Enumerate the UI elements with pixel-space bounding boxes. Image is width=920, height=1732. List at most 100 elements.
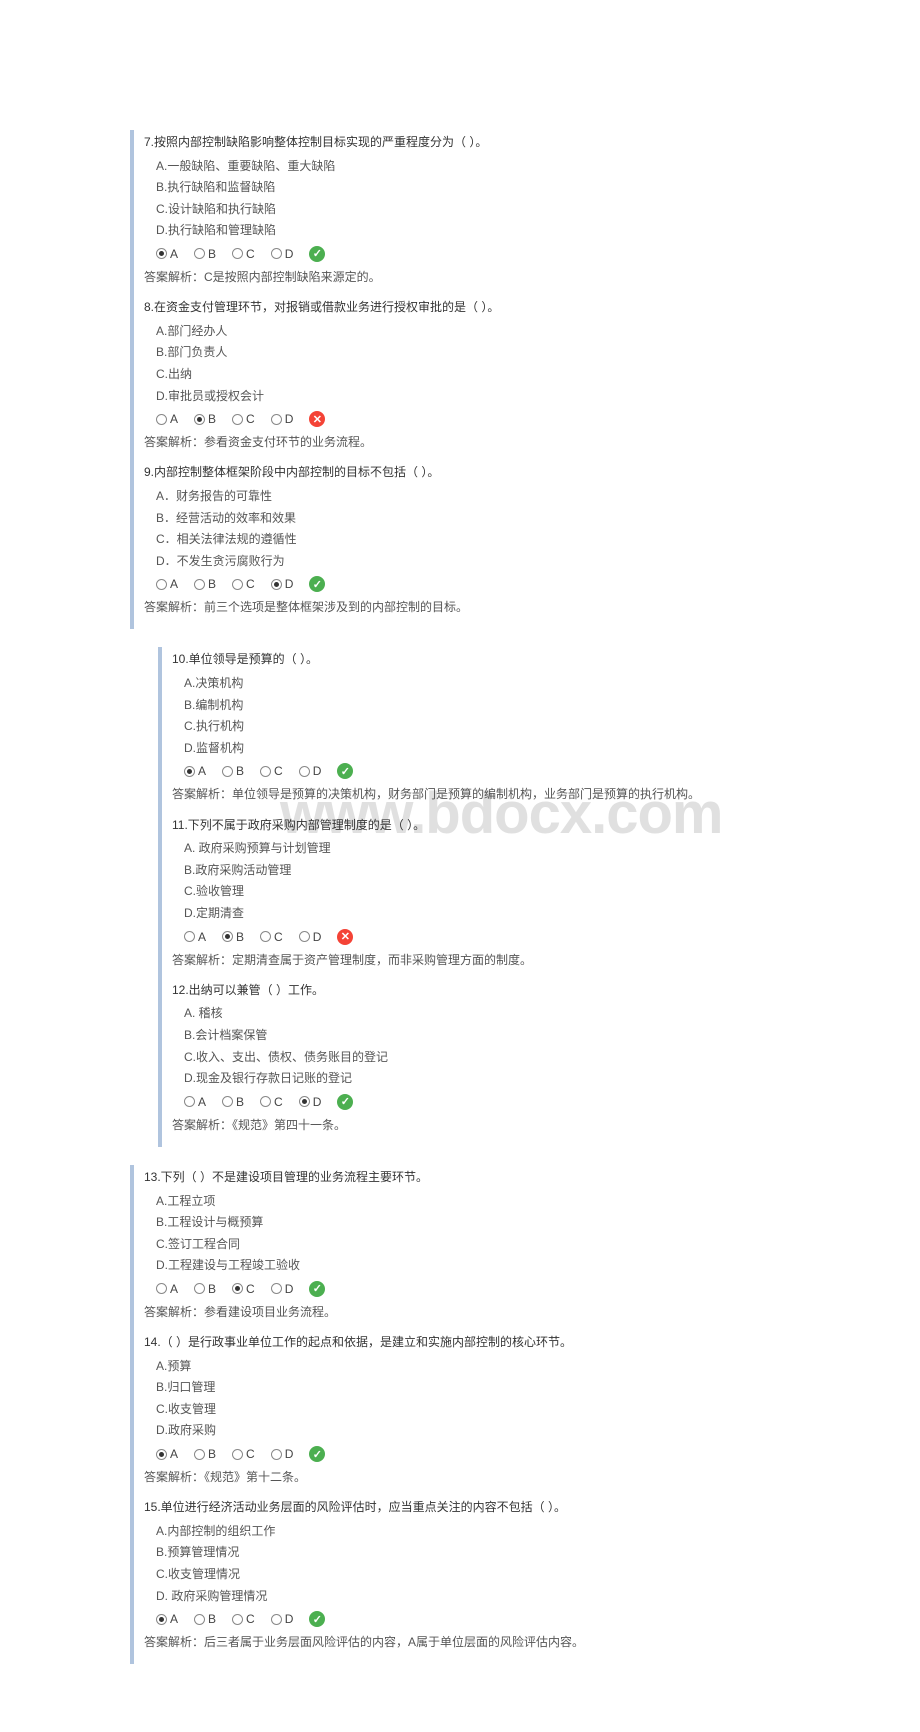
radio-icon <box>194 1614 205 1625</box>
radio-option-C[interactable]: C <box>232 1447 255 1461</box>
radio-option-A[interactable]: A <box>156 1447 178 1461</box>
question-text: 13.下列（ ）不是建设项目管理的业务流程主要环节。 <box>144 1167 790 1189</box>
question-text: 12.出纳可以兼管（ ）工作。 <box>172 980 790 1002</box>
radio-option-B[interactable]: B <box>222 764 244 778</box>
option-text: B.归口管理 <box>144 1377 790 1399</box>
radio-icon <box>222 766 233 777</box>
radio-icon <box>156 1449 167 1460</box>
radio-option-D[interactable]: D <box>271 1282 294 1296</box>
radio-icon <box>194 1283 205 1294</box>
radio-option-D[interactable]: D <box>271 247 294 261</box>
option-text: B．经营活动的效率和效果 <box>144 508 790 530</box>
radio-icon <box>232 1614 243 1625</box>
radio-icon <box>299 931 310 942</box>
option-text: D.现金及银行存款日记账的登记 <box>172 1068 790 1090</box>
option-text: D．不发生贪污腐败行为 <box>144 551 790 573</box>
question-7: 7.按照内部控制缺陷影响整体控制目标实现的严重程度分为（ ）。A.一般缺陷、重要… <box>144 132 790 289</box>
radio-icon <box>271 1614 282 1625</box>
option-text: A.部门经办人 <box>144 321 790 343</box>
radio-option-B[interactable]: B <box>194 577 216 591</box>
radio-label: D <box>313 1095 322 1109</box>
radio-label: B <box>208 1447 216 1461</box>
radio-icon <box>156 248 167 259</box>
question-13: 13.下列（ ）不是建设项目管理的业务流程主要环节。A.工程立项B.工程设计与概… <box>144 1167 790 1324</box>
radio-label: A <box>170 412 178 426</box>
radio-option-C[interactable]: C <box>232 247 255 261</box>
radio-icon <box>271 414 282 425</box>
answer-row: ABCD✓ <box>172 1090 790 1114</box>
question-block: 13.下列（ ）不是建设项目管理的业务流程主要环节。A.工程立项B.工程设计与概… <box>130 1165 790 1664</box>
radio-option-D[interactable]: D <box>271 1612 294 1626</box>
radio-label: B <box>208 1612 216 1626</box>
radio-icon <box>184 931 195 942</box>
check-icon: ✓ <box>309 246 325 262</box>
radio-option-C[interactable]: C <box>260 1095 283 1109</box>
question-text: 7.按照内部控制缺陷影响整体控制目标实现的严重程度分为（ ）。 <box>144 132 790 154</box>
option-text: D.审批员或授权会计 <box>144 386 790 408</box>
question-12: 12.出纳可以兼管（ ）工作。A. 稽核B.会计档案保管C.收入、支出、债权、债… <box>172 980 790 1137</box>
radio-option-B[interactable]: B <box>194 247 216 261</box>
radio-option-D[interactable]: D <box>299 1095 322 1109</box>
radio-label: B <box>208 577 216 591</box>
radio-option-D[interactable]: D <box>271 577 294 591</box>
answer-explanation: 答案解析：前三个选项是整体框架涉及到的内部控制的目标。 <box>144 596 790 619</box>
question-text: 10.单位领导是预算的（ ）。 <box>172 649 790 671</box>
option-text: C.执行机构 <box>172 716 790 738</box>
radio-option-D[interactable]: D <box>299 930 322 944</box>
check-icon: ✓ <box>309 1611 325 1627</box>
question-text: 9.内部控制整体框架阶段中内部控制的目标不包括（ ）。 <box>144 462 790 484</box>
radio-option-A[interactable]: A <box>156 577 178 591</box>
option-text: A．财务报告的可靠性 <box>144 486 790 508</box>
check-icon: ✓ <box>309 1281 325 1297</box>
question-10: 10.单位领导是预算的（ ）。A.决策机构B.编制机构C.执行机构D.监督机构 A… <box>172 649 790 806</box>
radio-label: D <box>285 1447 294 1461</box>
radio-option-C[interactable]: C <box>260 764 283 778</box>
radio-label: D <box>285 577 294 591</box>
radio-label: D <box>285 412 294 426</box>
option-text: C.设计缺陷和执行缺陷 <box>144 199 790 221</box>
radio-option-B[interactable]: B <box>222 1095 244 1109</box>
radio-option-A[interactable]: A <box>184 930 206 944</box>
option-text: B.预算管理情况 <box>144 1542 790 1564</box>
radio-label: B <box>236 764 244 778</box>
radio-option-C[interactable]: C <box>232 1282 255 1296</box>
option-text: B.编制机构 <box>172 695 790 717</box>
radio-option-C[interactable]: C <box>232 1612 255 1626</box>
radio-option-B[interactable]: B <box>194 1282 216 1296</box>
radio-option-C[interactable]: C <box>260 930 283 944</box>
radio-icon <box>194 414 205 425</box>
radio-icon <box>184 1096 195 1107</box>
radio-label: B <box>208 412 216 426</box>
radio-icon <box>184 766 195 777</box>
radio-icon <box>271 1449 282 1460</box>
radio-option-B[interactable]: B <box>194 1612 216 1626</box>
radio-option-A[interactable]: A <box>156 1282 178 1296</box>
radio-icon <box>271 248 282 259</box>
option-text: B.部门负责人 <box>144 342 790 364</box>
option-text: D.监督机构 <box>172 738 790 760</box>
answer-explanation: 答案解析：参看资金支付环节的业务流程。 <box>144 431 790 454</box>
radio-option-C[interactable]: C <box>232 412 255 426</box>
radio-option-B[interactable]: B <box>194 1447 216 1461</box>
option-text: A.工程立项 <box>144 1191 790 1213</box>
option-text: B.执行缺陷和监督缺陷 <box>144 177 790 199</box>
question-9: 9.内部控制整体框架阶段中内部控制的目标不包括（ ）。A．财务报告的可靠性B．经… <box>144 462 790 619</box>
radio-option-B[interactable]: B <box>194 412 216 426</box>
radio-icon <box>232 248 243 259</box>
radio-option-D[interactable]: D <box>271 1447 294 1461</box>
option-text: D. 政府采购管理情况 <box>144 1586 790 1608</box>
radio-option-A[interactable]: A <box>184 764 206 778</box>
radio-option-A[interactable]: A <box>156 1612 178 1626</box>
answer-row: A B C D ✓ <box>144 1277 790 1301</box>
radio-option-A[interactable]: A <box>156 412 178 426</box>
radio-option-A[interactable]: A <box>184 1095 206 1109</box>
radio-option-D[interactable]: D <box>271 412 294 426</box>
option-text: C.收入、支出、债权、债务账目的登记 <box>172 1047 790 1069</box>
radio-option-C[interactable]: C <box>232 577 255 591</box>
radio-icon <box>156 1283 167 1294</box>
radio-option-B[interactable]: B <box>222 930 244 944</box>
option-text: A.决策机构 <box>172 673 790 695</box>
radio-option-A[interactable]: A <box>156 247 178 261</box>
radio-label: C <box>274 1095 283 1109</box>
radio-option-D[interactable]: D <box>299 764 322 778</box>
